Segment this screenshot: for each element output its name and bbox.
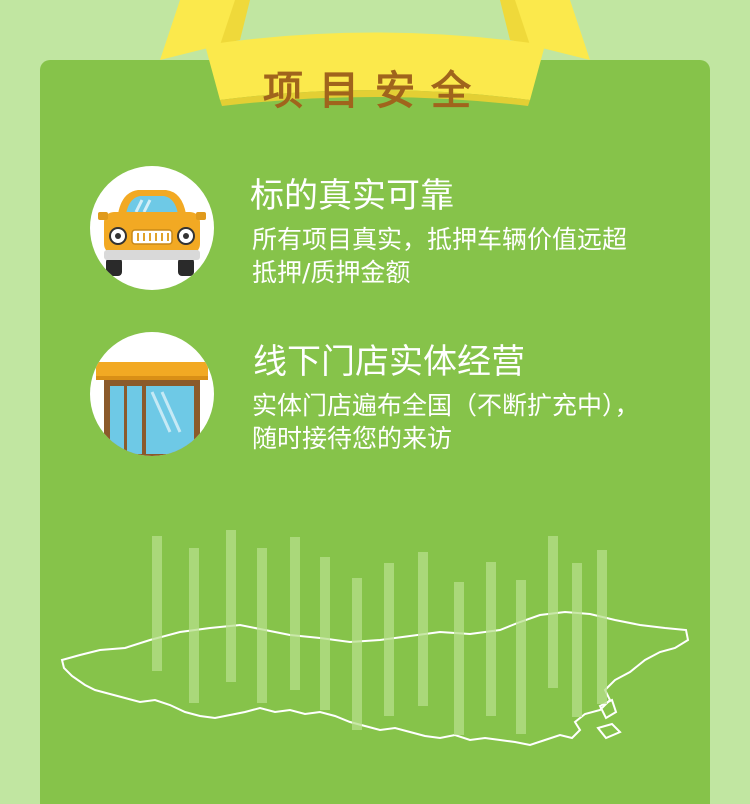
feature-title-2: 线下门店实体经营 — [253, 342, 525, 382]
storefront-icon-circle — [90, 332, 214, 456]
feature-desc-2-line1: 实体门店遍布全国（不断扩充中）， — [252, 391, 640, 420]
feature-desc-1: 所有项目真实，抵押车辆价值远超 抵押/质押金额 — [252, 223, 627, 289]
feature-desc-1-line2: 抵押/质押金额 — [252, 258, 411, 287]
feature-desc-2: 实体门店遍布全国（不断扩充中）， 随时接待您的来访 — [252, 389, 640, 455]
feature-desc-1-line1: 所有项目真实，抵押车辆价值远超 — [252, 225, 628, 254]
feature-title-1: 标的真实可靠 — [250, 176, 454, 216]
section-title: 项目安全 — [263, 68, 487, 114]
feature-desc-2-line2: 随时接待您的来访 — [252, 424, 453, 453]
car-icon-circle — [90, 166, 214, 290]
storefront-icon — [96, 362, 208, 456]
car-icon — [98, 190, 206, 276]
